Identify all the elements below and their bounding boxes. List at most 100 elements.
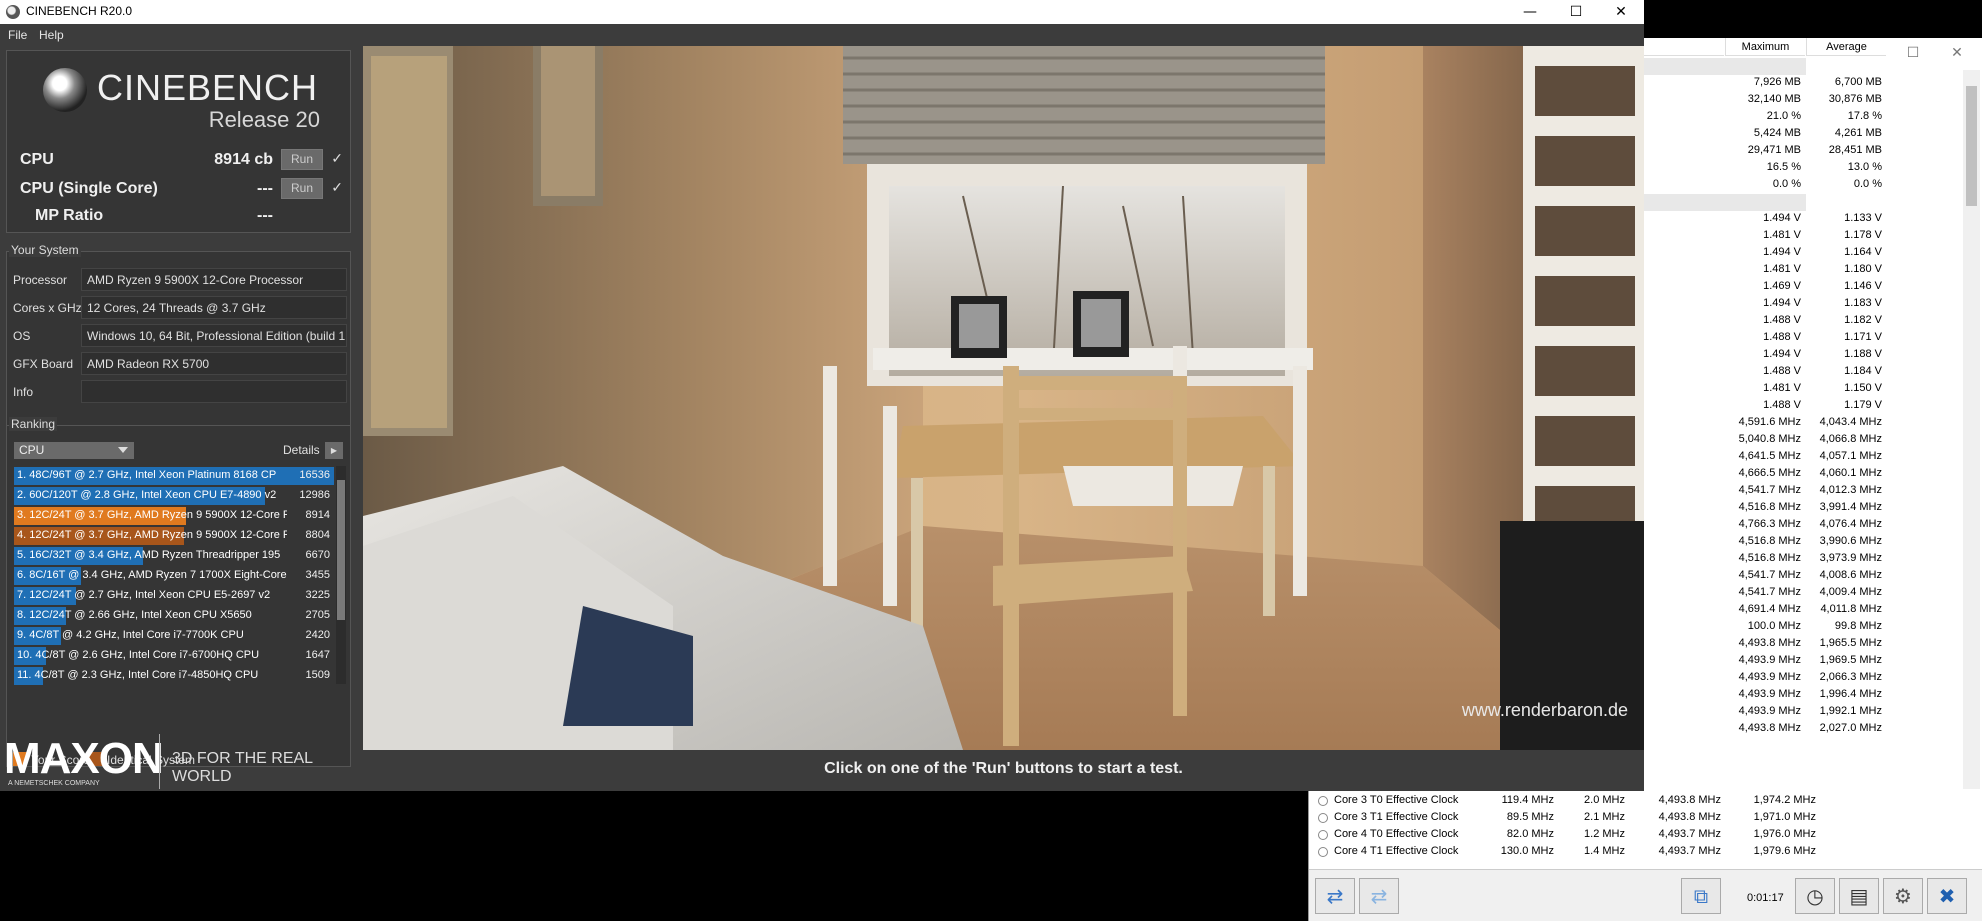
system-value-field[interactable]: AMD Ryzen 9 5900X 12-Core Processor: [81, 268, 347, 291]
ranking-row[interactable]: 9. 4C/8T @ 4.2 GHz, Intel Core i7-7700K …: [14, 627, 334, 645]
rendered-room-image: www.renderbaron.de: [363, 46, 1644, 750]
minimize-icon[interactable]: —: [1507, 0, 1553, 24]
sensor-maximum: 4,541.7 MHz: [1738, 569, 1801, 581]
details-button[interactable]: ▶: [325, 442, 343, 459]
ranking-row[interactable]: 5. 16C/32T @ 3.4 GHz, AMD Ryzen Threadri…: [14, 547, 334, 565]
scrollbar-thumb[interactable]: [1966, 86, 1977, 206]
ranking-row[interactable]: 7. 12C/24T @ 2.7 GHz, Intel Xeon CPU E5-…: [14, 587, 334, 605]
ranking-row[interactable]: 4. 12C/24T @ 3.7 GHz, AMD Ryzen 9 5900X …: [14, 527, 334, 545]
sensor-average: 6,700 MB: [1834, 76, 1882, 88]
network-icon[interactable]: ⧉: [1681, 878, 1721, 914]
settings-gear-icon[interactable]: ⚙: [1883, 878, 1923, 914]
sensor-cur: 119.4 MHz: [1501, 794, 1554, 806]
sensor-maximum: 32,140 MB: [1747, 93, 1801, 105]
ranking-row[interactable]: 8. 12C/24T @ 2.66 GHz, Intel Xeon CPU X5…: [14, 607, 334, 625]
ranking-row[interactable]: 1. 48C/96T @ 2.7 GHz, Intel Xeon Platinu…: [14, 467, 334, 485]
sensor-average: 1.178 V: [1844, 229, 1882, 241]
sensor-maximum: 1.469 V: [1763, 280, 1801, 292]
logo-title: CINEBENCH: [97, 67, 319, 108]
sensor-average: 1.184 V: [1844, 365, 1882, 377]
clock-icon[interactable]: ◷: [1795, 878, 1835, 914]
maxon-tagline: 3D FOR THE REAL WORLD: [172, 750, 313, 785]
sensor-maximum: 4,541.7 MHz: [1738, 586, 1801, 598]
sensor-maximum: 1.481 V: [1763, 382, 1801, 394]
sensor-average: 1,992.1 MHz: [1819, 705, 1882, 717]
ranking-label: 5. 16C/32T @ 3.4 GHz, AMD Ryzen Threadri…: [17, 549, 281, 561]
menu-help[interactable]: Help: [39, 28, 64, 42]
ranking-score: 3225: [305, 589, 330, 601]
sensor-clock-icon: [1318, 796, 1328, 806]
system-label: OS: [13, 329, 31, 343]
sensor-average: 4,011.8 MHz: [1820, 603, 1882, 615]
sensor-clock-icon: [1318, 813, 1328, 823]
ranking-row[interactable]: 6. 8C/16T @ 3.4 GHz, AMD Ryzen 7 1700X E…: [14, 567, 334, 585]
sensor-average: 0.0 %: [1853, 178, 1882, 190]
single-core-check-icon[interactable]: ✓: [331, 179, 343, 196]
system-value-field[interactable]: 12 Cores, 24 Threads @ 3.7 GHz: [81, 296, 347, 319]
effective-clock-row[interactable]: Core 3 T1 Effective Clock 89.5 MHz 2.1 MHz…: [1309, 810, 1982, 827]
ranking-row[interactable]: 11. 4C/8T @ 2.3 GHz, Intel Core i7-4850H…: [14, 667, 334, 685]
ranking-row[interactable]: 10. 4C/8T @ 2.6 GHz, Intel Core i7-6700H…: [14, 647, 334, 665]
ranking-row[interactable]: 3. 12C/24T @ 3.7 GHz, AMD Ryzen 9 5900X …: [14, 507, 334, 525]
close-x-icon[interactable]: ✖: [1927, 878, 1967, 914]
sensor-maximum: 1.494 V: [1763, 246, 1801, 258]
single-core-run-button[interactable]: Run: [281, 178, 323, 199]
system-value-field[interactable]: Windows 10, 64 Bit, Professional Edition…: [81, 324, 347, 347]
sensor-maximum: 5,424 MB: [1753, 127, 1801, 139]
sensor-max: 4,493.7 MHz: [1658, 828, 1721, 840]
sensor-max: 4,493.7 MHz: [1658, 845, 1721, 857]
sensor-min: 1.2 MHz: [1584, 828, 1625, 840]
sensor-maximum: 21.0 %: [1766, 110, 1801, 122]
sensor-min: 2.1 MHz: [1584, 811, 1625, 823]
sensor-maximum: 4,493.9 MHz: [1738, 688, 1801, 700]
system-label: Processor: [13, 273, 68, 287]
details-label: Details: [283, 443, 320, 457]
ranking-label: 10. 4C/8T @ 2.6 GHz, Intel Core i7-6700H…: [17, 649, 260, 661]
sensor-average: 4,076.4 MHz: [1819, 518, 1882, 530]
cpu-run-button[interactable]: Run: [281, 149, 323, 170]
sensor-average: 1.183 V: [1844, 297, 1882, 309]
add-report-icon[interactable]: ▤: [1839, 878, 1879, 914]
window-title: CINEBENCH R20.0: [26, 4, 133, 18]
close-icon[interactable]: ✕: [1947, 44, 1967, 62]
close-icon[interactable]: ✕: [1598, 0, 1644, 24]
sensor-average: 4,009.4 MHz: [1819, 586, 1882, 598]
sensor-average: 28,451 MB: [1828, 144, 1882, 156]
system-label: Cores x GHz: [13, 301, 82, 315]
ranking-row[interactable]: 2. 60C/120T @ 2.8 GHz, Intel Xeon CPU E7…: [14, 487, 334, 505]
system-value-field[interactable]: AMD Radeon RX 5700: [81, 352, 347, 375]
sensor-maximum: 4,691.4 MHz: [1738, 603, 1801, 615]
cpu-score-row: CPU 8914 cb Run ✓: [13, 148, 347, 172]
sensor-name: Core 4 T1 Effective Clock: [1334, 845, 1459, 857]
sensor-maximum: 1.494 V: [1763, 212, 1801, 224]
ranking-type-select[interactable]: CPU: [14, 442, 134, 459]
score-panel: CINEBENCH Release 20 CPU 8914 cb Run ✓ C…: [6, 50, 351, 233]
sensor-maximum: 7,926 MB: [1753, 76, 1801, 88]
maxon-subtitle: A NEMETSCHEK COMPANY: [8, 780, 100, 787]
column-header-average[interactable]: Average: [1806, 38, 1886, 56]
effective-clock-row[interactable]: Core 4 T0 Effective Clock 82.0 MHz 1.2 MHz…: [1309, 827, 1982, 844]
column-header-maximum[interactable]: Maximum: [1725, 38, 1805, 56]
effective-clock-row[interactable]: Core 3 T0 Effective Clock 119.4 MHz 2.0 MH…: [1309, 793, 1982, 810]
nav-arrows-icon[interactable]: ⇄: [1315, 878, 1355, 914]
maximize-icon[interactable]: ☐: [1903, 44, 1923, 62]
sensor-max: 4,493.8 MHz: [1658, 811, 1721, 823]
sensor-average: 3,990.6 MHz: [1819, 535, 1882, 547]
nav-arrows-disabled-icon[interactable]: ⇄: [1359, 878, 1399, 914]
system-value-field[interactable]: [81, 380, 347, 403]
sensor-average: 4,066.8 MHz: [1819, 433, 1882, 445]
sensor-maximum: 4,493.9 MHz: [1738, 671, 1801, 683]
sensor-maximum: 29,471 MB: [1747, 144, 1801, 156]
hwinfo-scrollbar[interactable]: [1963, 70, 1980, 860]
menu-file[interactable]: File: [8, 28, 27, 42]
sensor-maximum: 4,641.5 MHz: [1738, 450, 1801, 462]
scrollbar-thumb[interactable]: [337, 480, 345, 620]
effective-clock-row[interactable]: Core 4 T1 Effective Clock 130.0 MHz 1.4 MH…: [1309, 844, 1982, 861]
ranking-scrollbar[interactable]: [336, 466, 346, 684]
maximize-icon[interactable]: ☐: [1553, 0, 1599, 24]
cpu-check-icon[interactable]: ✓: [331, 150, 343, 167]
sensor-maximum: 5,040.8 MHz: [1738, 433, 1801, 445]
left-panel: CINEBENCH Release 20 CPU 8914 cb Run ✓ C…: [0, 46, 360, 791]
status-message: Click on one of the 'Run' buttons to sta…: [363, 750, 1644, 791]
ranking-score: 8804: [305, 529, 330, 541]
